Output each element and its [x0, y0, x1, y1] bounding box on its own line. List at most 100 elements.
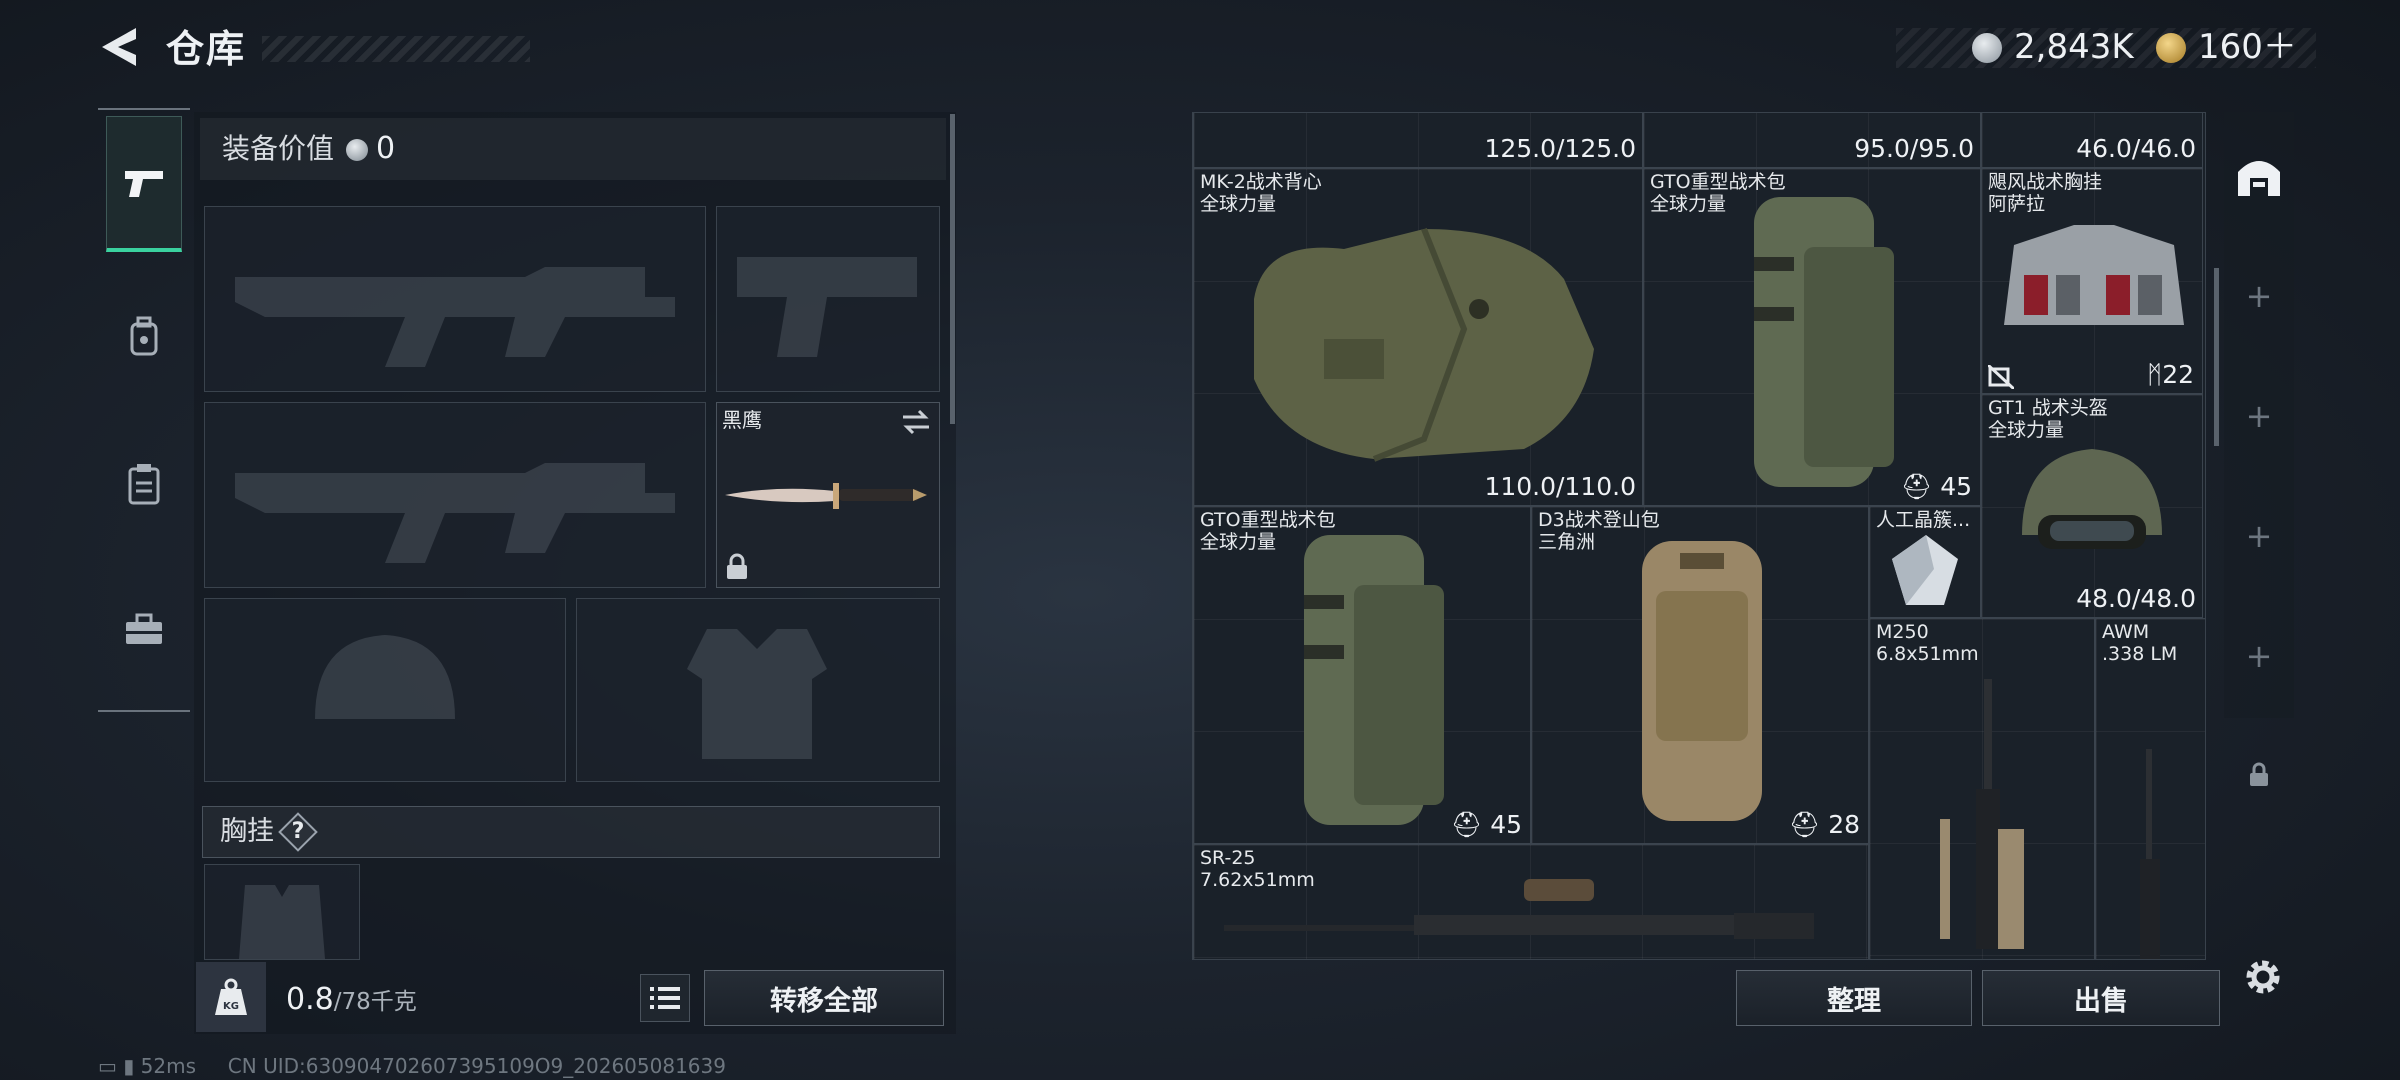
- inventory-item[interactable]: 飓风战术胸挂 阿萨拉 ᛗ22: [1981, 168, 2203, 394]
- backpack-small-icon: ⛑: [1788, 810, 1821, 839]
- help-icon-label[interactable]: ?: [284, 814, 312, 850]
- gear-icon: [2246, 960, 2280, 994]
- page-title: 仓库: [166, 27, 247, 71]
- inventory-item[interactable]: GTO重型战术包 全球力量 ⛑ 45: [1193, 506, 1531, 844]
- inventory-item[interactable]: D3战术登山包 三角洲 ⛑ 28: [1531, 506, 1869, 844]
- secondary-weapon-slot[interactable]: [204, 402, 706, 588]
- item-name: 飓风战术胸挂 阿萨拉: [1988, 171, 2103, 215]
- add-warehouse-tab-icon[interactable]: +: [2224, 266, 2294, 326]
- item-durability: 46.0/46.0: [2076, 134, 2196, 163]
- item-name: GT1 战术头盔 全球力量: [1988, 397, 2108, 441]
- pistol-icon: [125, 170, 163, 197]
- settings-button[interactable]: [2238, 952, 2288, 1002]
- item-name: GTO重型战术包 全球力量: [1650, 171, 1786, 215]
- item-capacity: ⛑ 28: [1788, 810, 1860, 839]
- sell-button[interactable]: 出售: [1982, 970, 2220, 1026]
- ping-text: 52ms: [140, 1054, 196, 1078]
- inventory-item[interactable]: M250 6.8x51mm: [1869, 618, 2095, 959]
- inventory-item[interactable]: GT1 战术头盔 全球力量 48.0/48.0: [1981, 394, 2203, 618]
- warehouse-tab-main[interactable]: [2234, 150, 2284, 200]
- helmet-icon: [2022, 449, 2162, 549]
- add-warehouse-tab-icon[interactable]: +: [2224, 506, 2294, 566]
- armor-slot[interactable]: [576, 598, 940, 782]
- chest-rig-slot[interactable]: [204, 864, 360, 960]
- rifle-vertical-icon: [1940, 679, 2024, 949]
- rifle-silhouette-icon: [235, 463, 675, 563]
- chest-rig-silhouette-icon: [239, 885, 325, 959]
- backpack-icon: [1304, 535, 1444, 825]
- item-name: MK-2战术背心 全球力量: [1200, 171, 1322, 215]
- silver-coin-icon: [1972, 33, 2002, 63]
- inventory-item[interactable]: MK-2战术背心 全球力量 110.0/110.0: [1193, 168, 1643, 506]
- backpack-small-icon: ⛑: [1900, 472, 1933, 501]
- item-name: M250 6.8x51mm: [1876, 621, 1979, 665]
- transfer-all-button[interactable]: 转移全部: [704, 970, 944, 1026]
- item-capacity: ᛗ22: [2147, 360, 2194, 389]
- tab-chest-rig[interactable]: [106, 416, 182, 552]
- sniper-rifle-icon: [2140, 749, 2160, 959]
- battery-icon: ▭: [98, 1054, 117, 1078]
- back-button[interactable]: [96, 22, 144, 72]
- svg-text:KG: KG: [223, 1001, 239, 1012]
- inventory-item[interactable]: 人工晶簇...: [1869, 506, 1981, 618]
- currency-gold-value[interactable]: 160＋: [2198, 24, 2297, 70]
- weight-readout: 0.8/78千克: [286, 978, 417, 1024]
- item-durability: 125.0/125.0: [1484, 134, 1636, 163]
- clipboard-icon: [128, 464, 160, 505]
- armor-silhouette-icon: [687, 629, 827, 759]
- inventory-item[interactable]: SR-25 7.62x51mm: [1193, 844, 1869, 959]
- inventory-item[interactable]: 95.0/95.0: [1643, 113, 1981, 168]
- swap-icon[interactable]: [901, 409, 931, 435]
- chest-rig-icon: [2004, 225, 2184, 325]
- add-warehouse-tab-icon[interactable]: +: [2224, 626, 2294, 686]
- tab-supplies[interactable]: [106, 562, 182, 698]
- signal-icon: ▮: [123, 1054, 135, 1078]
- item-name: D3战术登山包 三角洲: [1538, 509, 1660, 553]
- gold-coin-icon[interactable]: [2156, 33, 2186, 63]
- inventory-item[interactable]: GTO重型战术包 全球力量 ⛑ 45: [1643, 168, 1981, 506]
- backpack-icon: [130, 316, 158, 356]
- warehouse-icon: [2238, 161, 2280, 196]
- item-durability: 110.0/110.0: [1484, 472, 1636, 501]
- item-capacity: ⛑ 45: [1900, 472, 1972, 501]
- backpack-small-icon: ⛑: [1450, 810, 1483, 839]
- melee-name: 黑鹰: [722, 408, 762, 432]
- back-arrow-icon: [102, 28, 136, 66]
- tab-bags[interactable]: [106, 268, 182, 404]
- inventory-item[interactable]: AWM .338 LM: [2095, 618, 2205, 959]
- pistol-slot[interactable]: [716, 206, 940, 392]
- uid-text: CN UID:630904702607395109O9_202605081639: [227, 1054, 726, 1078]
- loadout-value: 0: [376, 131, 396, 166]
- sort-button[interactable]: 整理: [1736, 970, 1972, 1026]
- helmet-silhouette-icon: [315, 635, 455, 719]
- item-durability: 95.0/95.0: [1854, 134, 1974, 163]
- item-name: GTO重型战术包 全球力量: [1200, 509, 1336, 553]
- item-durability: 48.0/48.0: [2076, 584, 2196, 613]
- chest-rig-small-icon: ᛗ: [2147, 360, 2163, 389]
- tactical-vest-icon: [1254, 227, 1594, 462]
- item-capacity: ⛑ 45: [1450, 810, 1522, 839]
- silver-coin-icon: [346, 139, 368, 161]
- chest-rig-label: 胸挂: [220, 816, 274, 847]
- loadout-scrollbar[interactable]: [950, 114, 955, 424]
- status-line: ▭ ▮ 52ms CN UID:630904702607395109O9_202…: [98, 1052, 726, 1080]
- pistol-silhouette-icon: [737, 257, 917, 357]
- title-decoration: [262, 36, 530, 62]
- add-warehouse-tab-icon[interactable]: +: [2224, 386, 2294, 446]
- grid-scrollbar[interactable]: [2214, 268, 2219, 446]
- inventory-item[interactable]: 46.0/46.0: [1981, 113, 2203, 168]
- inventory-item[interactable]: 125.0/125.0: [1193, 113, 1643, 168]
- primary-weapon-slot[interactable]: [204, 206, 706, 392]
- warehouse-grid[interactable]: 125.0/125.0 95.0/95.0 46.0/46.0 MK-2战术背心…: [1192, 112, 2206, 960]
- no-insure-icon: [1988, 365, 2014, 389]
- toolbox-icon: [126, 613, 162, 644]
- loadout-value-label: 装备价值: [222, 132, 335, 165]
- tab-weapons[interactable]: [106, 116, 182, 252]
- backpack-icon: [1754, 197, 1894, 487]
- item-name: SR-25 7.62x51mm: [1200, 847, 1315, 891]
- lock-icon[interactable]: [2248, 762, 2270, 792]
- helmet-slot[interactable]: [204, 598, 566, 782]
- crystal-icon: [1892, 535, 1958, 605]
- item-name: 人工晶簇...: [1876, 509, 1971, 531]
- list-view-button[interactable]: [640, 974, 690, 1022]
